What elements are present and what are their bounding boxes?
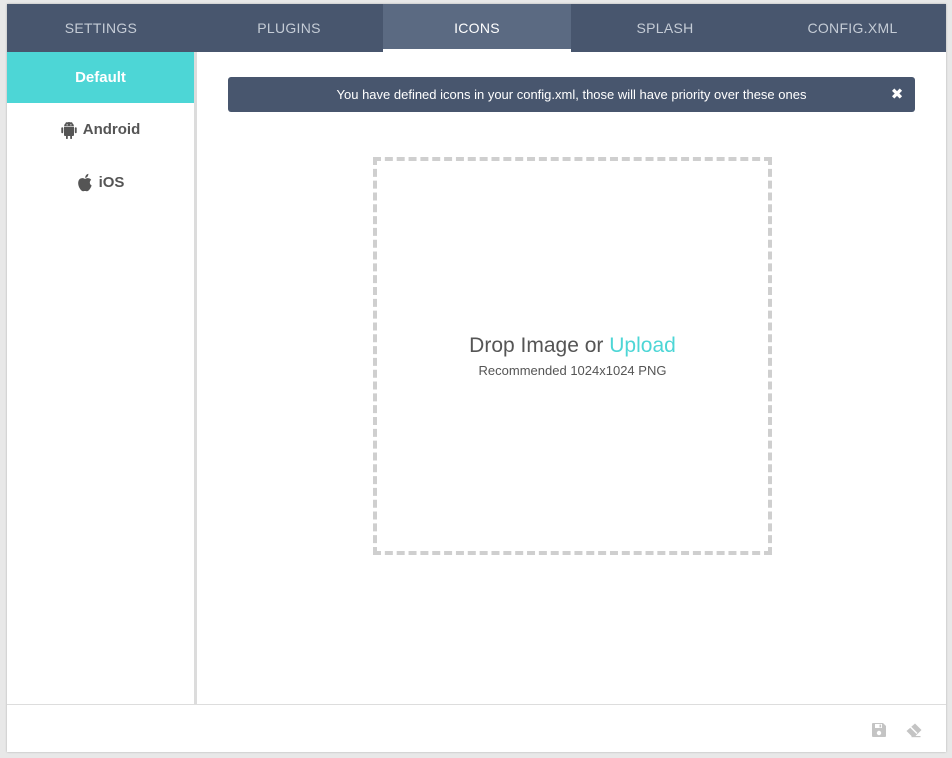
- sidebar-item-label: Android: [82, 121, 141, 138]
- footer-toolbar: [7, 704, 946, 752]
- icons-panel: You have defined icons in your config.xm…: [197, 52, 946, 704]
- android-icon: [61, 121, 77, 139]
- dropzone-title-prefix: Drop Image or: [469, 334, 604, 357]
- sidebar-item-default[interactable]: Default: [7, 52, 194, 103]
- config-priority-notice: You have defined icons in your config.xm…: [228, 77, 915, 112]
- app-window: SETTINGS PLUGINS ICONS SPLASH CONFIG.XML…: [7, 4, 946, 752]
- apple-icon: [77, 173, 93, 192]
- image-dropzone[interactable]: Drop Image or Upload Recommended 1024x10…: [373, 157, 772, 555]
- save-icon[interactable]: [870, 721, 888, 739]
- sidebar-item-ios[interactable]: iOS: [7, 156, 194, 209]
- tab-config-xml[interactable]: CONFIG.XML: [759, 4, 946, 52]
- tab-splash[interactable]: SPLASH: [571, 4, 759, 52]
- tab-icons[interactable]: ICONS: [383, 4, 571, 52]
- platform-sidebar: Default Android iOS: [7, 52, 197, 704]
- sidebar-item-label: Default: [75, 69, 126, 86]
- dropzone-recommendation: Recommended 1024x1024 PNG: [478, 363, 667, 378]
- sidebar-item-label: iOS: [98, 174, 125, 191]
- upload-link[interactable]: Upload: [609, 334, 676, 357]
- eraser-icon[interactable]: [905, 721, 923, 739]
- dropzone-title: Drop Image or Upload: [469, 334, 676, 358]
- tab-settings[interactable]: SETTINGS: [7, 4, 195, 52]
- close-icon[interactable]: ✖: [889, 86, 905, 103]
- notice-text: You have defined icons in your config.xm…: [336, 87, 807, 102]
- top-tab-bar: SETTINGS PLUGINS ICONS SPLASH CONFIG.XML: [7, 4, 946, 52]
- sidebar-item-android[interactable]: Android: [7, 103, 194, 156]
- tab-plugins[interactable]: PLUGINS: [195, 4, 383, 52]
